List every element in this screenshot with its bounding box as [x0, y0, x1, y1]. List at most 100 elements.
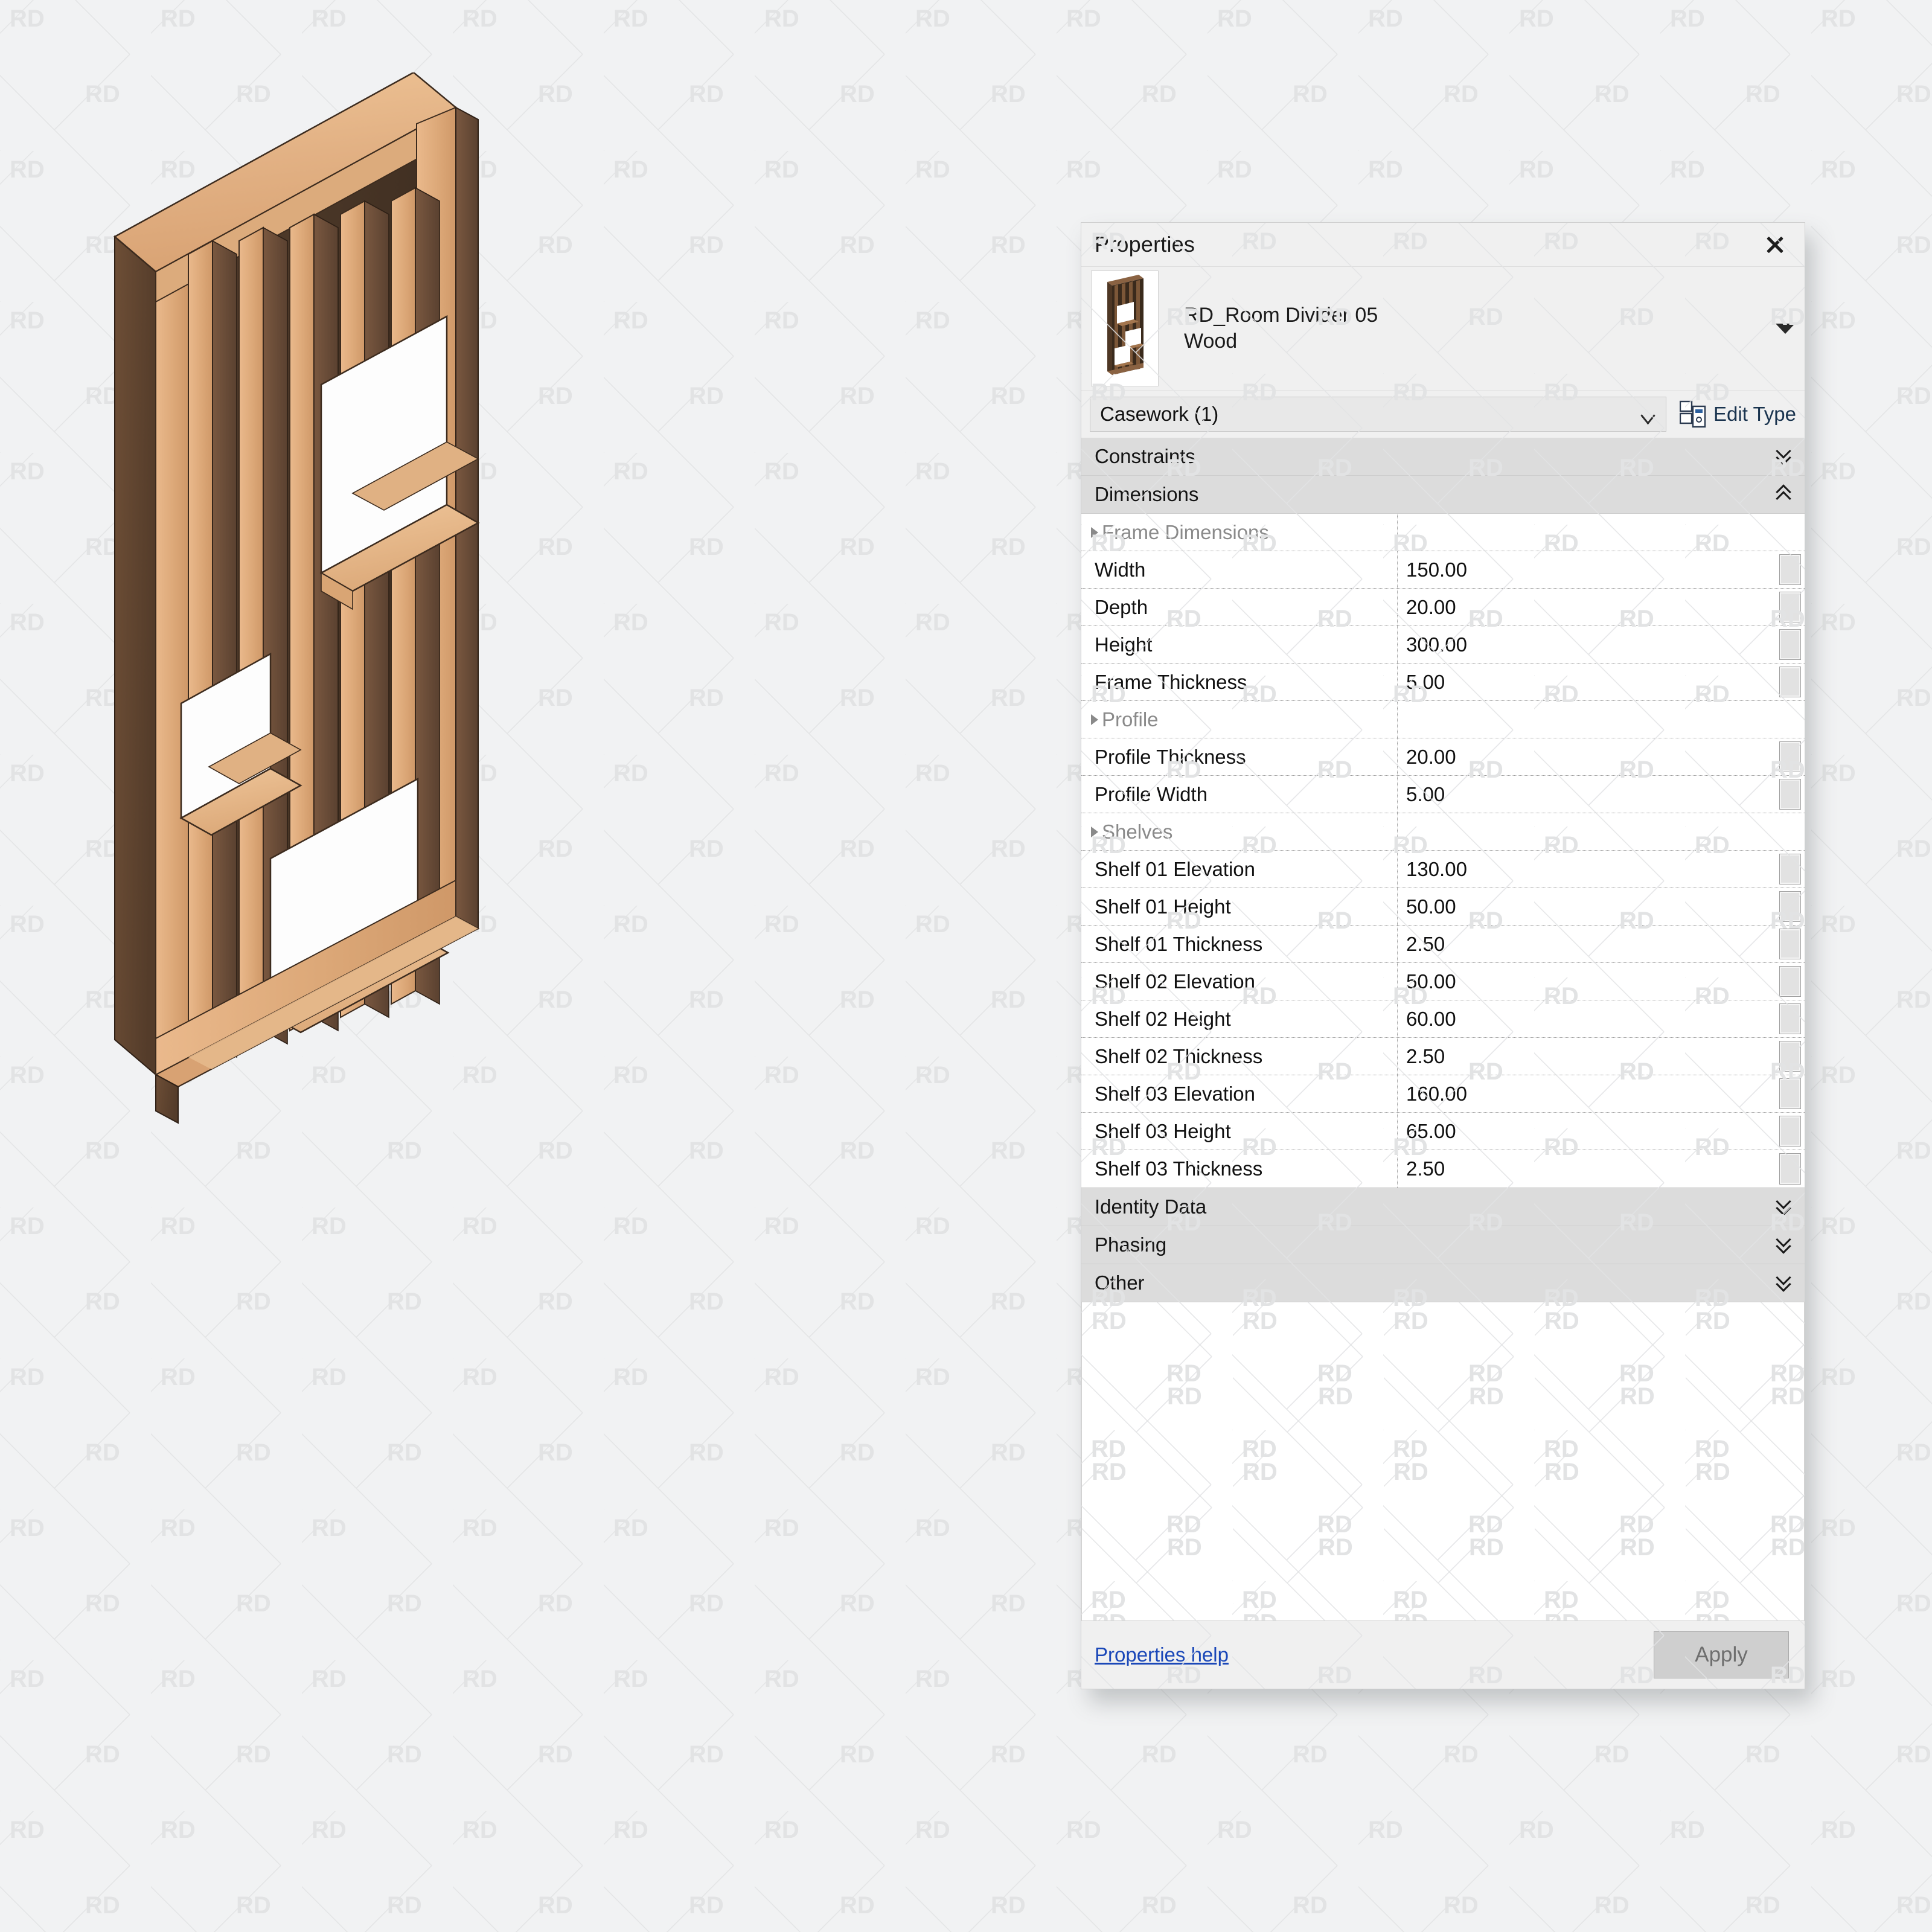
- property-row[interactable]: Shelf 01 Height 50.00: [1081, 888, 1805, 926]
- property-value[interactable]: 300.00: [1398, 626, 1779, 663]
- panel-footer: Properties help Apply: [1081, 1621, 1805, 1689]
- property-value[interactable]: 2.50: [1398, 1038, 1779, 1075]
- property-row[interactable]: Shelf 03 Elevation 160.00: [1081, 1075, 1805, 1113]
- property-name: Frame Thickness: [1081, 664, 1398, 700]
- group-constraints-label: Constraints: [1095, 445, 1195, 467]
- property-edit-button[interactable]: [1779, 1003, 1801, 1034]
- property-value: [1398, 813, 1779, 850]
- property-row[interactable]: Shelf 03 Thickness 2.50: [1081, 1150, 1805, 1188]
- property-value[interactable]: 5.00: [1398, 664, 1779, 700]
- room-divider-svg: [113, 72, 480, 1124]
- property-edit-button[interactable]: [1779, 1078, 1801, 1109]
- property-value[interactable]: 130.00: [1398, 851, 1779, 888]
- property-edit-button[interactable]: [1779, 929, 1801, 959]
- property-subgroup-row[interactable]: Frame Dimensions: [1081, 514, 1805, 551]
- panel-empty-area: [1081, 1302, 1805, 1621]
- category-selector-row: Casework (1) Edit Type: [1081, 391, 1805, 438]
- double-chevron-down-icon: [1776, 1232, 1791, 1254]
- property-name: Height: [1081, 626, 1398, 663]
- properties-help-link[interactable]: Properties help: [1095, 1643, 1229, 1666]
- property-value[interactable]: 2.50: [1398, 926, 1779, 962]
- group-dimensions-label: Dimensions: [1095, 483, 1199, 505]
- property-value[interactable]: 5.00: [1398, 776, 1779, 813]
- group-dimensions[interactable]: Dimensions: [1081, 476, 1805, 514]
- property-value: [1398, 514, 1779, 551]
- property-row[interactable]: Depth 20.00: [1081, 589, 1805, 626]
- property-edit-button[interactable]: [1779, 1153, 1801, 1185]
- property-edit-button[interactable]: [1779, 854, 1801, 884]
- type-thumbnail: [1091, 270, 1159, 386]
- property-edit-button[interactable]: [1779, 667, 1801, 697]
- property-name: Shelf 03 Height: [1081, 1113, 1398, 1150]
- property-row[interactable]: Profile Width 5.00: [1081, 776, 1805, 813]
- property-name: Shelf 01 Height: [1081, 888, 1398, 925]
- double-chevron-up-icon: [1776, 484, 1791, 507]
- property-row[interactable]: Shelf 01 Elevation 130.00: [1081, 851, 1805, 888]
- property-row[interactable]: Width 150.00: [1081, 551, 1805, 589]
- property-edit-button[interactable]: [1779, 1041, 1801, 1072]
- group-phasing-label: Phasing: [1095, 1233, 1167, 1256]
- property-row[interactable]: Height 300.00: [1081, 626, 1805, 664]
- property-value[interactable]: 160.00: [1398, 1075, 1779, 1112]
- group-identity-data-label: Identity Data: [1095, 1195, 1207, 1218]
- property-subgroup-row[interactable]: Shelves: [1081, 813, 1805, 851]
- group-identity-data[interactable]: Identity Data: [1081, 1188, 1805, 1226]
- property-row[interactable]: Shelf 03 Height 65.00: [1081, 1113, 1805, 1150]
- property-value[interactable]: 2.50: [1398, 1150, 1779, 1188]
- property-value[interactable]: 20.00: [1398, 589, 1779, 625]
- property-name: Shelf 02 Height: [1081, 1000, 1398, 1037]
- property-name: Profile Width: [1081, 776, 1398, 813]
- property-name: Frame Dimensions: [1081, 514, 1398, 551]
- property-row[interactable]: Profile Thickness 20.00: [1081, 738, 1805, 776]
- property-value[interactable]: 50.00: [1398, 888, 1779, 925]
- room-divider-3d-model[interactable]: [109, 72, 966, 1220]
- edit-type-label: Edit Type: [1713, 403, 1796, 425]
- property-name: Profile Thickness: [1081, 738, 1398, 775]
- panel-title: Properties: [1095, 232, 1195, 257]
- property-name: Width: [1081, 551, 1398, 588]
- group-phasing[interactable]: Phasing: [1081, 1226, 1805, 1264]
- group-other-label: Other: [1095, 1271, 1145, 1294]
- property-name: Shelf 01 Elevation: [1081, 851, 1398, 888]
- edit-type-icon: [1680, 400, 1706, 428]
- property-edit-button[interactable]: [1779, 592, 1801, 622]
- type-labels: RD_Room Divider 05 Wood: [1184, 302, 1378, 354]
- property-value[interactable]: 50.00: [1398, 963, 1779, 1000]
- type-preview-block: RD_Room Divider 05 Wood: [1081, 266, 1805, 391]
- property-edit-button[interactable]: [1779, 629, 1801, 660]
- property-edit-button[interactable]: [1779, 779, 1801, 810]
- property-name: Shelf 02 Thickness: [1081, 1038, 1398, 1075]
- group-constraints[interactable]: Constraints: [1081, 438, 1805, 476]
- property-name: Shelf 03 Thickness: [1081, 1150, 1398, 1188]
- property-row[interactable]: Shelf 02 Elevation 50.00: [1081, 963, 1805, 1000]
- frame-left-side: [114, 235, 156, 1076]
- group-other[interactable]: Other: [1081, 1264, 1805, 1302]
- property-row[interactable]: Shelf 02 Thickness 2.50: [1081, 1038, 1805, 1075]
- properties-panel[interactable]: Properties RD_Room Divider 05 Wood Casew…: [1081, 222, 1805, 1689]
- property-edit-button[interactable]: [1779, 891, 1801, 922]
- property-edit-button[interactable]: [1779, 554, 1801, 585]
- property-value[interactable]: 20.00: [1398, 738, 1779, 775]
- property-name: Shelf 01 Thickness: [1081, 926, 1398, 962]
- category-selector[interactable]: Casework (1): [1090, 397, 1667, 432]
- property-value[interactable]: 60.00: [1398, 1000, 1779, 1037]
- property-row[interactable]: Shelf 01 Thickness 2.50: [1081, 926, 1805, 963]
- property-row[interactable]: Shelf 02 Height 60.00: [1081, 1000, 1805, 1038]
- double-chevron-down-icon: [1776, 443, 1791, 465]
- property-edit-button[interactable]: [1779, 741, 1801, 772]
- property-name: Profile: [1081, 701, 1398, 738]
- chevron-down-icon[interactable]: [1776, 323, 1795, 334]
- property-subgroup-row[interactable]: Profile: [1081, 701, 1805, 738]
- property-value[interactable]: 65.00: [1398, 1113, 1779, 1150]
- property-value: [1398, 701, 1779, 738]
- edit-type-button[interactable]: Edit Type: [1680, 400, 1796, 428]
- property-name: Shelf 03 Elevation: [1081, 1075, 1398, 1112]
- property-row[interactable]: Frame Thickness 5.00: [1081, 664, 1805, 701]
- close-icon[interactable]: [1761, 231, 1789, 258]
- apply-button[interactable]: Apply: [1654, 1631, 1789, 1678]
- property-value[interactable]: 150.00: [1398, 551, 1779, 588]
- property-edit-button[interactable]: [1779, 966, 1801, 997]
- property-edit-button[interactable]: [1779, 1116, 1801, 1147]
- frame-left-front: [155, 253, 189, 1076]
- family-name: RD_Room Divider 05: [1184, 304, 1378, 327]
